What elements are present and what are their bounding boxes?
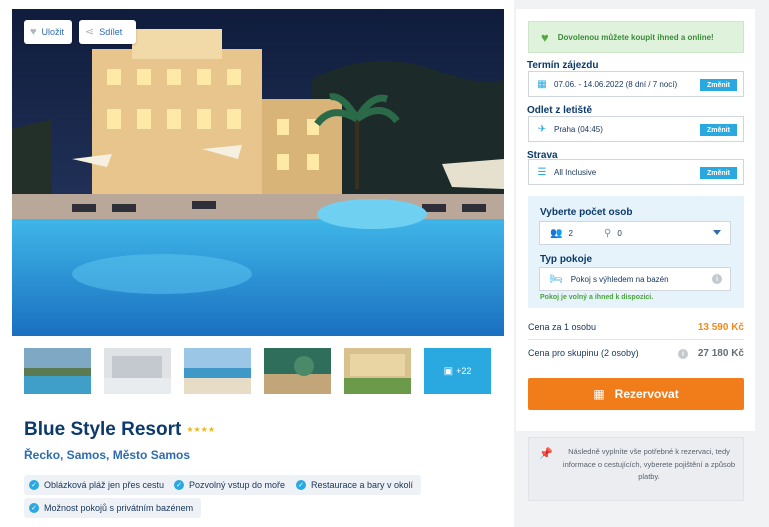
- calendar-icon: ▦: [537, 78, 547, 90]
- gallery-more-button[interactable]: ▣ +22: [424, 348, 491, 394]
- term-field[interactable]: ▦ 07.06. - 14.06.2022 (8 dní / 7 nocí) Z…: [528, 71, 744, 97]
- room-availability-note: Pokoj je volný a ihned k dispozici.: [540, 294, 654, 301]
- thumbnail-image: [344, 348, 411, 394]
- check-icon: ✓: [174, 480, 184, 490]
- thumbnail-image: [104, 348, 171, 394]
- children-value: 0: [617, 229, 622, 238]
- room-label: Typ pokoje: [540, 254, 593, 265]
- persons-label: Vyberte počet osob: [540, 207, 633, 218]
- persons-room-box: Vyberte počet osob 👥 2 ⚲ 0 Typ pokoje 🛏 …: [528, 196, 744, 308]
- online-purchase-banner: ♥ Dovolenou můžete koupit ihned a online…: [528, 21, 744, 53]
- share-icon: ⋖: [85, 25, 95, 38]
- gallery-more-label: +22: [456, 366, 472, 376]
- hotel-location[interactable]: Řecko, Samos, Město Samos: [24, 448, 190, 462]
- departure-field[interactable]: ✈ Praha (04:45) Změnit: [528, 116, 744, 142]
- share-button-label: Sdílet: [99, 27, 123, 37]
- thumbnail-image: [24, 348, 91, 394]
- price-group-row: Cena pro skupinu (2 osoby) i 27 180 Kč: [528, 348, 744, 359]
- gallery-thumbnail[interactable]: [344, 348, 411, 394]
- reserve-button-label: Rezervovat: [614, 387, 679, 401]
- child-icon: ⚲: [604, 228, 612, 239]
- price-per-person-value: 13 590 Kč: [697, 322, 744, 333]
- chevron-down-icon: [713, 230, 721, 235]
- check-icon: ✓: [296, 480, 306, 490]
- price-group-value: 27 180 Kč: [697, 348, 744, 359]
- price-group-label: Cena pro skupinu (2 osoby): [528, 348, 639, 358]
- gallery-thumbnail[interactable]: [24, 348, 91, 394]
- plane-icon: ✈: [537, 123, 547, 135]
- term-value: 07.06. - 14.06.2022 (8 dní / 7 nocí): [554, 79, 678, 89]
- info-icon[interactable]: i: [678, 349, 688, 359]
- thumbnail-image: [184, 348, 251, 394]
- heart-icon: ♥: [30, 25, 37, 38]
- pin-icon: 📌: [539, 448, 553, 460]
- check-icon: ✓: [29, 480, 39, 490]
- thumbnail-image: [264, 348, 331, 394]
- room-select[interactable]: 🛏 Pokoj s výhledem na bazén i: [539, 267, 731, 291]
- feature-label: Možnost pokojů s privátním bazénem: [44, 503, 194, 513]
- adults-count: 👥 2: [550, 228, 573, 239]
- price-per-person-row: Cena za 1 osobu 13 590 Kč: [528, 322, 744, 333]
- hotel-title: Blue Style Resort ★★★★: [24, 419, 215, 441]
- feature-chip: ✓ Oblázková pláž jen přes cestu: [24, 475, 173, 495]
- heart-icon: ♥: [541, 29, 549, 45]
- save-button[interactable]: ♥ Uložit: [24, 20, 72, 44]
- hero-photo[interactable]: ♥ Uložit ⋖ Sdílet: [12, 9, 504, 336]
- check-icon: ✓: [29, 503, 39, 513]
- departure-label: Odlet z letiště: [527, 105, 593, 116]
- save-button-label: Uložit: [41, 27, 65, 37]
- feature-chip: ✓ Pozvolný vstup do moře: [169, 475, 294, 495]
- gallery-thumbnails: ▣ +22: [24, 348, 491, 395]
- change-board-button[interactable]: Změnit: [700, 167, 737, 179]
- feature-chip: ✓ Restaurace a bary v okolí: [291, 475, 422, 495]
- adults-value: 2: [568, 229, 573, 238]
- adults-icon: 👥: [550, 228, 563, 239]
- share-button[interactable]: ⋖ Sdílet: [79, 20, 136, 44]
- term-label: Termín zájezdu: [527, 60, 599, 71]
- info-icon[interactable]: i: [712, 274, 722, 284]
- meal-icon: ☰: [537, 166, 547, 178]
- room-value: Pokoj s výhledem na bazén: [570, 274, 669, 284]
- feature-label: Oblázková pláž jen přes cestu: [44, 480, 165, 490]
- feature-label: Pozvolný vstup do moře: [189, 480, 286, 490]
- departure-value: Praha (04:45): [554, 124, 603, 134]
- gallery-thumbnail[interactable]: [184, 348, 251, 394]
- divider: [528, 339, 744, 340]
- board-field[interactable]: ☰ All Inclusive Změnit: [528, 159, 744, 185]
- feature-chip: ✓ Možnost pokojů s privátním bazénem: [24, 498, 202, 518]
- bed-icon: 🛏: [550, 273, 563, 285]
- gallery-thumbnail[interactable]: [264, 348, 331, 394]
- image-icon: ▣: [443, 365, 454, 377]
- children-count: ⚲ 0: [604, 228, 622, 239]
- persons-select[interactable]: 👥 2 ⚲ 0: [539, 221, 731, 245]
- change-term-button[interactable]: Změnit: [700, 79, 737, 91]
- hotel-name: Blue Style Resort: [24, 419, 182, 440]
- hotel-card: ♥ Uložit ⋖ Sdílet ▣ +22 Blue Style Resor…: [0, 0, 514, 527]
- banner-text: Dovolenou můžete koupit ihned a online!: [557, 32, 714, 42]
- booking-panel: ♥ Dovolenou můžete koupit ihned a online…: [516, 9, 755, 431]
- next-steps-note: 📌 Následně vyplníte vše potřebné k rezer…: [528, 437, 744, 501]
- change-departure-button[interactable]: Změnit: [700, 124, 737, 136]
- next-steps-text: Následně vyplníte vše potřebné k rezerva…: [562, 447, 736, 481]
- hotel-stars: ★★★★: [186, 425, 216, 435]
- calendar-icon: ▦: [593, 387, 605, 401]
- hero-image: [12, 9, 504, 336]
- reserve-button[interactable]: ▦ Rezervovat: [528, 378, 744, 410]
- price-per-person-label: Cena za 1 osobu: [528, 322, 597, 332]
- gallery-thumbnail[interactable]: [104, 348, 171, 394]
- board-value: All Inclusive: [554, 167, 597, 177]
- feature-label: Restaurace a bary v okolí: [311, 480, 414, 490]
